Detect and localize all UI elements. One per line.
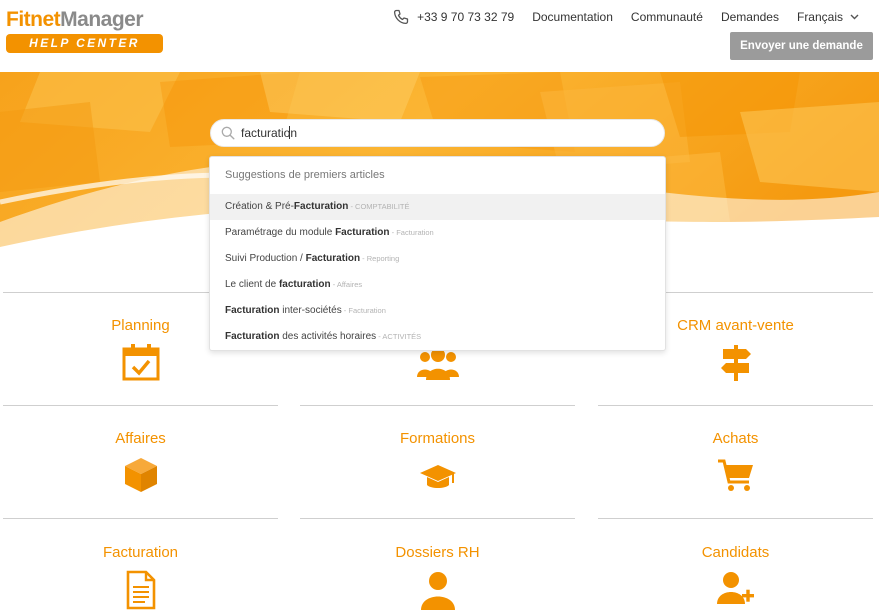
category-title: Affaires (115, 430, 166, 447)
suggestion-category: - Facturation (341, 306, 386, 315)
language-selector[interactable]: Français (797, 10, 859, 24)
suggestion-item[interactable]: Facturation des activités horaires - ACT… (210, 324, 665, 350)
help-center-badge: HELP CENTER (6, 34, 163, 53)
fitnet-logo[interactable]: FitnetManager HELP CENTER (6, 9, 166, 53)
logo-wordmark: FitnetManager (6, 8, 144, 31)
category-title: Formations (399, 430, 476, 447)
category-title: Achats (712, 430, 759, 447)
search-bar[interactable] (210, 119, 665, 147)
suggestions-title: Suggestions de premiers articles (225, 169, 385, 181)
phone-icon (394, 9, 409, 25)
category-title: Candidats (701, 544, 770, 561)
category-candidats[interactable]: Candidats (598, 544, 873, 608)
search-input[interactable] (241, 126, 641, 140)
grid-divider (598, 405, 873, 406)
grid-divider (3, 518, 278, 519)
category-achats[interactable]: Achats (598, 430, 873, 494)
grid-divider (300, 405, 575, 406)
suggestion-item[interactable]: Création & Pré-Facturation - COMPTABILIT… (210, 194, 665, 220)
chevron-down-icon (850, 14, 859, 20)
suggestion-item[interactable]: Le client de facturation - Affaires (210, 272, 665, 298)
search-suggestions: Suggestions de premiers articles Créatio… (209, 156, 666, 351)
shopping-cart-icon (717, 459, 753, 491)
text-cursor (289, 126, 290, 139)
grid-divider (300, 518, 575, 519)
category-dossiers-rh[interactable]: Dossiers RH (300, 544, 575, 610)
grid-divider (3, 405, 278, 406)
language-label: Français (796, 10, 843, 24)
user-icon (420, 572, 455, 610)
calendar-check-icon (122, 344, 159, 381)
nav-communaute[interactable]: Communauté (631, 10, 703, 24)
nav-documentation[interactable]: Documentation (532, 10, 613, 24)
suggestion-category: - Affaires (330, 280, 363, 289)
suggestion-item[interactable]: Suivi Production / Facturation - Reporti… (210, 246, 665, 272)
suggestion-item[interactable]: Paramétrage du module Facturation - Fact… (210, 220, 665, 246)
top-nav: +33 9 70 73 32 79 Documentation Communau… (393, 8, 859, 26)
graduation-cap-icon (419, 465, 456, 488)
send-request-button[interactable]: Envoyer une demande (730, 32, 873, 60)
category-formations[interactable]: Formations (300, 430, 575, 494)
grid-divider (598, 518, 873, 519)
document-icon (126, 570, 155, 610)
signpost-icon (720, 345, 751, 381)
suggestion-category: - Reporting (360, 254, 400, 263)
suggestion-item[interactable]: Facturation inter-sociétés - Facturation (210, 298, 665, 324)
suggestion-category: - Facturation (389, 228, 434, 237)
search-icon (221, 126, 235, 140)
category-facturation[interactable]: Facturation (3, 544, 278, 610)
nav-demandes[interactable]: Demandes (721, 10, 779, 24)
phone-number[interactable]: +33 9 70 73 32 79 (393, 9, 514, 25)
cube-icon (124, 458, 157, 492)
category-title: Dossiers RH (395, 544, 480, 561)
category-affaires[interactable]: Affaires (3, 430, 278, 494)
category-title: Facturation (102, 544, 179, 561)
suggestion-category: - ACTIVITÉS (376, 332, 422, 341)
user-plus-icon (716, 572, 754, 604)
phone-label: +33 9 70 73 32 79 (417, 10, 515, 24)
suggestion-category: - COMPTABILITÉ (348, 202, 410, 211)
header: FitnetManager HELP CENTER +33 9 70 73 32… (0, 0, 879, 72)
